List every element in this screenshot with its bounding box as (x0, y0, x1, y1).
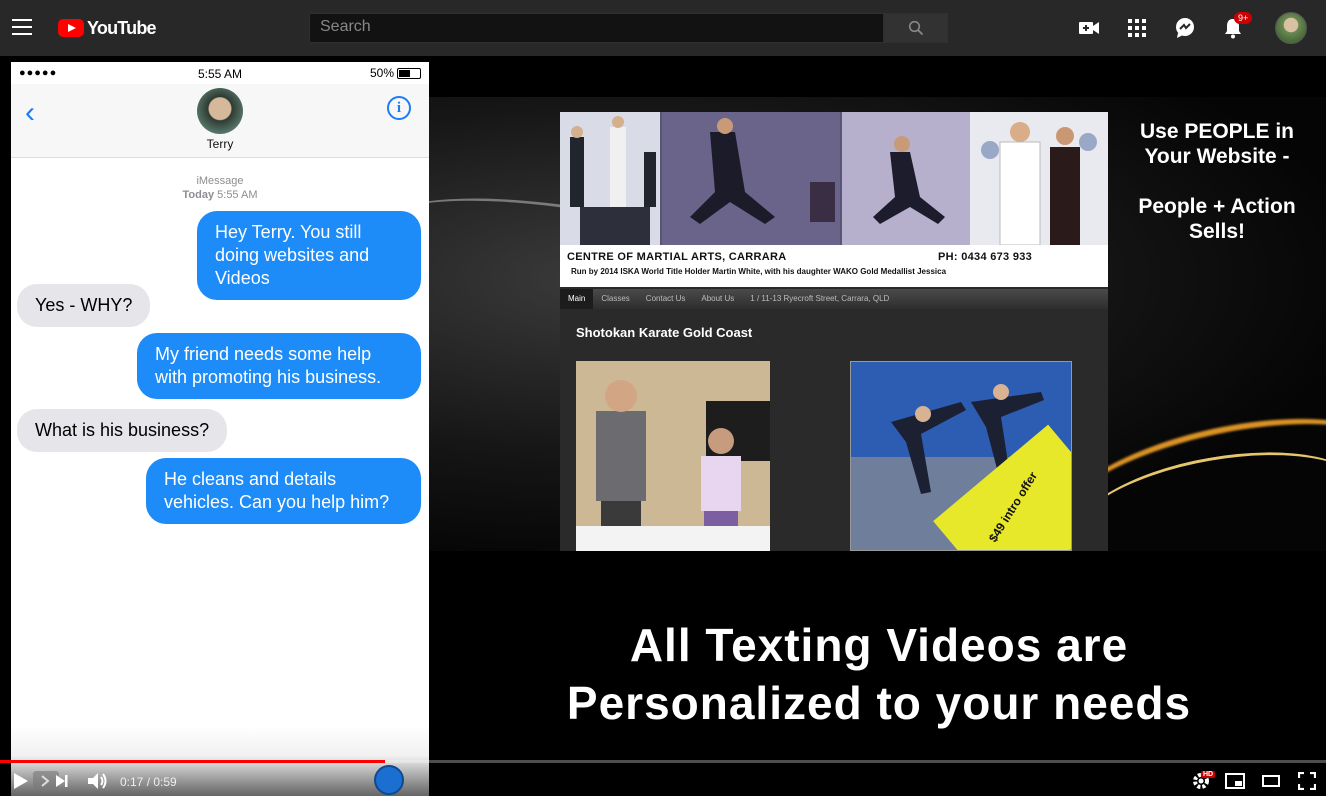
thread-time: 5:55 AM (217, 189, 258, 201)
theater-mode-icon (1262, 775, 1280, 787)
message-bubble-incoming: Yes - WHY? (17, 284, 151, 327)
next-button[interactable] (52, 770, 72, 792)
info-icon: i (387, 96, 411, 120)
website-heading: Shotokan Karate Gold Coast (576, 325, 753, 340)
hd-badge: HD (1201, 771, 1216, 778)
website-banner-text: CENTRE OF MARTIAL ARTS, CARRARA PH: 0434… (560, 245, 1108, 287)
create-video-icon[interactable] (1077, 16, 1101, 40)
miniplayer-icon (1225, 773, 1245, 789)
website-nav-about: About Us (701, 294, 735, 303)
message-bubble-outgoing: He cleans and details vehicles. Can you … (146, 458, 421, 524)
side-caption-line1: Use PEOPLE in Your Website - (1139, 120, 1295, 168)
website-banner-photos (560, 112, 1108, 246)
battery-percent: 50% (369, 66, 394, 80)
website-subtitle: Run by 2014 ISKA World Title Holder Mart… (571, 267, 947, 276)
imessage-send-button (374, 765, 404, 795)
main-caption-line1: All Texting Videos are (629, 619, 1129, 671)
volume-icon (88, 773, 107, 789)
message-bubble-outgoing: My friend needs some help with promoting… (137, 333, 421, 399)
main-caption-line2: Personalized to your needs (566, 677, 1192, 729)
thread-service-label: iMessage (196, 175, 244, 187)
video-player[interactable]: ●●●●● 5:55 AM 50% ‹ Terry i iMessage Tod… (0, 56, 1326, 796)
contact-name: Terry (206, 137, 234, 151)
message-bubble-incoming: What is his business? (17, 409, 228, 452)
youtube-header: YouTube Search 9+ (0, 0, 1326, 56)
thread-day: Today (182, 189, 215, 201)
account-avatar[interactable] (1275, 12, 1307, 44)
website-nav-main: Main (560, 289, 594, 309)
miniplayer-button[interactable] (1223, 770, 1247, 792)
search-button[interactable] (884, 13, 948, 43)
website-phone: PH: 0434 673 933 (938, 251, 1033, 263)
theater-mode-button[interactable] (1259, 770, 1283, 792)
back-chevron-icon: ‹ (25, 96, 35, 129)
website-nav-contact: Contact Us (645, 294, 686, 303)
mute-button[interactable] (86, 770, 110, 792)
website-nav: Main Classes Contact Us About Us 1 / 11-… (560, 289, 1108, 309)
logo-text: YouTube (87, 17, 157, 38)
youtube-play-logo-icon (58, 19, 84, 37)
website-title: CENTRE OF MARTIAL ARTS, CARRARA (567, 251, 787, 263)
website-nav-address: 1 / 11-13 Ryecroft Street, Carrara, QLD (750, 294, 890, 303)
battery-icon (397, 67, 421, 79)
conversation-header: ‹ Terry i (11, 84, 429, 158)
phone-clock: 5:55 AM (197, 67, 243, 81)
phone-status-bar: ●●●●● 5:55 AM 50% (11, 62, 429, 84)
fullscreen-button[interactable] (1295, 770, 1319, 792)
play-button[interactable] (10, 770, 32, 792)
play-icon (14, 773, 28, 789)
side-caption-line2: People + Action Sells! (1138, 195, 1296, 243)
website-screenshot: CENTRE OF MARTIAL ARTS, CARRARA PH: 0434… (560, 112, 1108, 551)
phone-screen: ●●●●● 5:55 AM 50% ‹ Terry i iMessage Tod… (11, 62, 429, 796)
website-photo-kick: $49 intro offer (850, 361, 1072, 551)
website-nav-classes: Classes (601, 294, 630, 303)
menu-icon[interactable] (12, 19, 32, 35)
contact-avatar (197, 88, 243, 134)
banner-figures (560, 112, 1108, 246)
message-bubble-outgoing: Hey Terry. You still doing websites and … (197, 211, 421, 300)
fullscreen-icon (1298, 772, 1316, 790)
search-input[interactable]: Search (309, 13, 884, 43)
apps-grid-icon[interactable] (1125, 16, 1149, 40)
battery-indicator: 50% (370, 66, 421, 80)
youtube-logo[interactable]: YouTube (58, 17, 157, 39)
notification-count-badge: 9+ (1234, 12, 1253, 24)
time-display: 0:17 / 0:59 (120, 775, 177, 789)
website-photo-instructor (576, 361, 770, 551)
side-caption: Use PEOPLE in Your Website - People + Ac… (1119, 119, 1315, 244)
messages-icon[interactable] (1173, 16, 1197, 40)
main-caption: All Texting Videos are Personalized to y… (432, 616, 1326, 732)
search-icon (908, 20, 924, 36)
next-icon (56, 775, 68, 787)
progress-played (0, 760, 385, 763)
slide-background: CENTRE OF MARTIAL ARTS, CARRARA PH: 0434… (429, 97, 1326, 551)
thread-timestamp: iMessage Today 5:55 AM (11, 174, 429, 202)
